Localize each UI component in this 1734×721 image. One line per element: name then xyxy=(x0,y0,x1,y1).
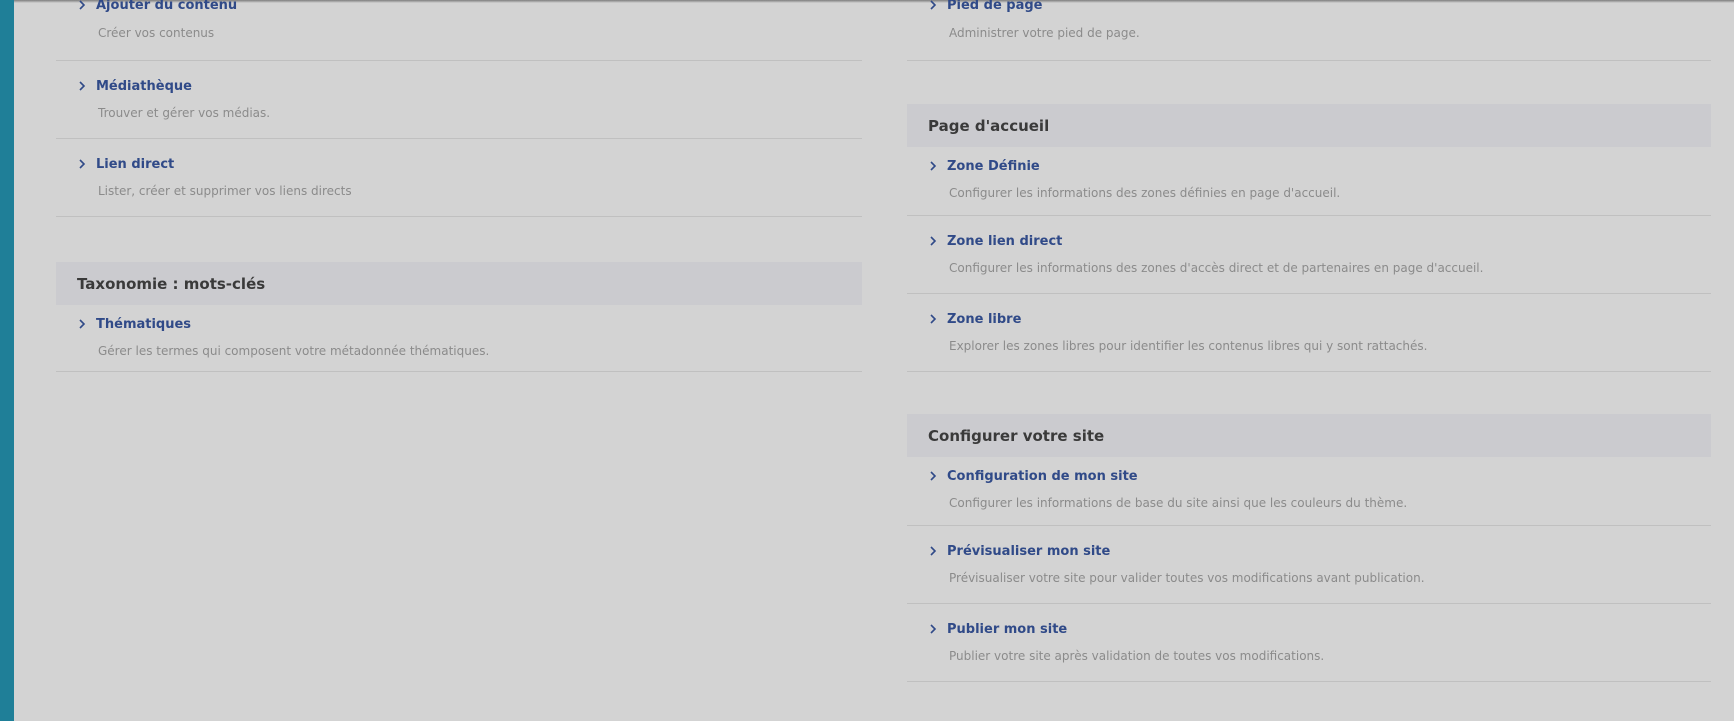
section-header-taxonomie: Taxonomie : mots-clés xyxy=(56,262,862,305)
menu-item-label[interactable]: Zone libre xyxy=(947,312,1021,327)
menu-item-zone-libre[interactable]: Zone libre Explorer les zones libres pou… xyxy=(907,294,1711,372)
menu-item-configuration-site[interactable]: Configuration de mon site Configurer les… xyxy=(907,457,1711,526)
menu-item-label[interactable]: Zone lien direct xyxy=(947,234,1062,249)
chevron-right-icon xyxy=(928,546,938,556)
menu-item-label[interactable]: Lien direct xyxy=(96,157,174,172)
menu-item-description: Prévisualiser votre site pour valider to… xyxy=(949,571,1425,585)
menu-link[interactable]: Ajouter du contenu xyxy=(77,0,862,14)
section-header-page-accueil: Page d'accueil xyxy=(907,104,1711,147)
menu-item-description: Configurer les informations de base du s… xyxy=(949,496,1408,510)
left-column: Ajouter du contenu Créer vos contenus Mé… xyxy=(56,0,862,372)
section-header-configurer-site: Configurer votre site xyxy=(907,414,1711,457)
menu-link[interactable]: Pied de page xyxy=(928,0,1711,14)
menu-item-label[interactable]: Configuration de mon site xyxy=(947,469,1138,484)
chevron-right-icon xyxy=(928,314,938,324)
chevron-right-icon xyxy=(928,161,938,171)
menu-link[interactable]: Publier mon site xyxy=(928,604,1711,638)
menu-item-lien-direct[interactable]: Lien direct Lister, créer et supprimer v… xyxy=(56,139,862,217)
chevron-right-icon xyxy=(77,319,87,329)
chevron-right-icon xyxy=(77,0,87,10)
menu-item-label[interactable]: Pied de page xyxy=(947,0,1042,13)
menu-link[interactable]: Prévisualiser mon site xyxy=(928,526,1711,560)
right-column: Pied de page Administrer votre pied de p… xyxy=(907,0,1711,682)
menu-link[interactable]: Médiathèque xyxy=(77,61,862,95)
menu-item-description: Publier votre site après validation de t… xyxy=(949,649,1325,663)
menu-item-label[interactable]: Zone Définie xyxy=(947,159,1040,174)
menu-link[interactable]: Zone libre xyxy=(928,294,1711,328)
menu-item-description: Créer vos contenus xyxy=(98,26,215,40)
menu-item-ajouter-contenu[interactable]: Ajouter du contenu Créer vos contenus xyxy=(56,0,862,61)
menu-item-publier-site[interactable]: Publier mon site Publier votre site aprè… xyxy=(907,604,1711,682)
chevron-right-icon xyxy=(77,81,87,91)
menu-item-zone-definie[interactable]: Zone Définie Configurer les informations… xyxy=(907,147,1711,216)
menu-item-description: Explorer les zones libres pour identifie… xyxy=(949,339,1428,353)
menu-item-previsualiser-site[interactable]: Prévisualiser mon site Prévisualiser vot… xyxy=(907,526,1711,604)
menu-item-thematiques[interactable]: Thématiques Gérer les termes qui compose… xyxy=(56,305,862,372)
menu-item-description: Trouver et gérer vos médias. xyxy=(98,106,271,120)
menu-item-label[interactable]: Prévisualiser mon site xyxy=(947,544,1110,559)
menu-link[interactable]: Thématiques xyxy=(77,305,862,333)
menu-link[interactable]: Zone Définie xyxy=(928,147,1711,175)
menu-item-description: Administrer votre pied de page. xyxy=(949,26,1140,40)
sidebar-accent-bar xyxy=(0,0,14,721)
menu-item-description: Configurer les informations des zones dé… xyxy=(949,186,1341,200)
menu-item-pied-de-page[interactable]: Pied de page Administrer votre pied de p… xyxy=(907,0,1711,61)
menu-item-mediatheque[interactable]: Médiathèque Trouver et gérer vos médias. xyxy=(56,61,862,139)
menu-link[interactable]: Configuration de mon site xyxy=(928,457,1711,485)
menu-item-description: Gérer les termes qui composent votre mét… xyxy=(98,344,490,358)
menu-item-description: Configurer les informations des zones d'… xyxy=(949,261,1484,275)
menu-item-label[interactable]: Thématiques xyxy=(96,317,191,332)
menu-item-description: Lister, créer et supprimer vos liens dir… xyxy=(98,184,352,198)
menu-item-zone-lien-direct[interactable]: Zone lien direct Configurer les informat… xyxy=(907,216,1711,294)
menu-item-label[interactable]: Publier mon site xyxy=(947,622,1067,637)
chevron-right-icon xyxy=(928,0,938,10)
chevron-right-icon xyxy=(928,624,938,634)
chevron-right-icon xyxy=(928,236,938,246)
menu-link[interactable]: Zone lien direct xyxy=(928,216,1711,250)
chevron-right-icon xyxy=(928,471,938,481)
menu-link[interactable]: Lien direct xyxy=(77,139,862,173)
chevron-right-icon xyxy=(77,159,87,169)
menu-item-label[interactable]: Ajouter du contenu xyxy=(96,0,237,13)
menu-item-label[interactable]: Médiathèque xyxy=(96,79,192,94)
